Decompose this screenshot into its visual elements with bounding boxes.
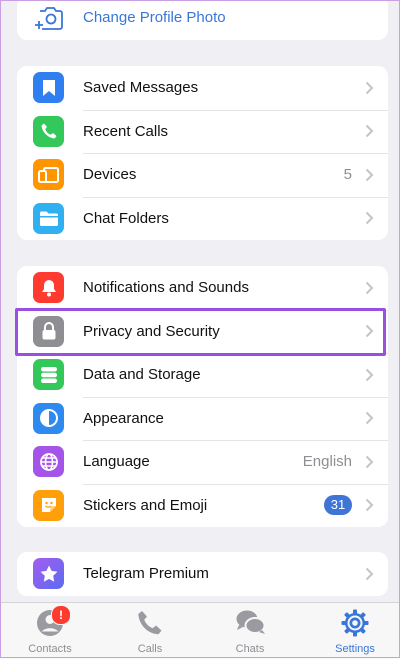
chevron-right-icon: [365, 125, 374, 138]
bookmark-icon: [33, 72, 64, 104]
tab-contacts-label: Contacts: [28, 643, 72, 655]
half-circle-icon: [33, 402, 64, 434]
chevron-right-icon: [365, 281, 374, 294]
tab-chats-label: Chats: [235, 643, 265, 655]
recent-calls-label: Recent Calls: [83, 122, 169, 140]
database-icon: [33, 359, 64, 391]
data-storage-row[interactable]: Data and Storage: [17, 353, 388, 397]
notifications-label: Notifications and Sounds: [83, 279, 249, 297]
general-settings-group: Saved Messages Recent Calls Devices 5 Ch…: [17, 66, 388, 240]
app-settings-group: Notifications and Sounds Privacy and Sec…: [17, 266, 388, 527]
devices-count: 5: [343, 166, 352, 184]
tab-bar: ! Contacts Calls Chats Settings: [0, 602, 400, 659]
sticker-icon: [33, 489, 64, 521]
chevron-right-icon: [365, 412, 374, 425]
chevron-right-icon: [365, 81, 374, 94]
bell-icon: [33, 272, 64, 304]
recent-calls-row[interactable]: Recent Calls: [17, 109, 388, 154]
stickers-count-badge: 31: [324, 495, 352, 516]
chevron-right-icon: [365, 499, 374, 512]
data-storage-label: Data and Storage: [83, 366, 201, 384]
change-profile-photo-label: Change Profile Photo: [83, 9, 226, 27]
chevron-right-icon: [365, 212, 374, 225]
tab-settings[interactable]: Settings: [305, 603, 400, 659]
phone-icon: [33, 115, 64, 147]
tab-calls[interactable]: Calls: [100, 603, 200, 659]
stickers-emoji-label: Stickers and Emoji: [83, 496, 208, 514]
appearance-row[interactable]: Appearance: [17, 396, 388, 441]
telegram-premium-row[interactable]: Telegram Premium: [17, 552, 388, 596]
appearance-label: Appearance: [83, 409, 164, 427]
saved-messages-row[interactable]: Saved Messages: [17, 66, 388, 110]
chat-folders-row[interactable]: Chat Folders: [17, 196, 388, 241]
contacts-alert-badge: !: [51, 605, 71, 625]
chevron-right-icon: [365, 567, 374, 580]
language-label: Language: [83, 453, 150, 471]
folder-icon: [33, 202, 64, 234]
lock-icon: [33, 315, 64, 347]
chevron-right-icon: [365, 455, 374, 468]
devices-label: Devices: [83, 166, 137, 184]
chat-bubbles-icon: [236, 610, 266, 634]
tab-settings-label: Settings: [335, 643, 375, 655]
tab-calls-label: Calls: [137, 643, 163, 655]
phone-icon: [138, 611, 162, 635]
globe-icon: [33, 446, 64, 478]
privacy-security-label: Privacy and Security: [83, 322, 220, 340]
chevron-right-icon: [365, 325, 374, 338]
notifications-row[interactable]: Notifications and Sounds: [17, 266, 388, 310]
chevron-right-icon: [365, 168, 374, 181]
language-row[interactable]: Language English: [17, 440, 388, 484]
tab-contacts[interactable]: ! Contacts: [0, 603, 100, 659]
star-icon: [33, 558, 64, 590]
telegram-premium-label: Telegram Premium: [83, 565, 209, 583]
saved-messages-label: Saved Messages: [83, 79, 199, 97]
stickers-emoji-row[interactable]: Stickers and Emoji 31: [17, 483, 388, 528]
chat-folders-label: Chat Folders: [83, 209, 169, 227]
premium-group: Telegram Premium: [17, 552, 388, 596]
privacy-security-row[interactable]: Privacy and Security: [17, 309, 388, 354]
change-profile-photo-row[interactable]: Change Profile Photo: [17, 0, 388, 40]
language-value: English: [302, 453, 352, 471]
camera-add-icon: [33, 2, 64, 33]
devices-row[interactable]: Devices 5: [17, 153, 388, 197]
devices-icon: [33, 159, 64, 191]
tab-chats[interactable]: Chats: [200, 603, 300, 659]
profile-photo-group: Change Profile Photo: [17, 0, 388, 40]
gear-icon: [341, 609, 369, 637]
chevron-right-icon: [365, 368, 374, 381]
